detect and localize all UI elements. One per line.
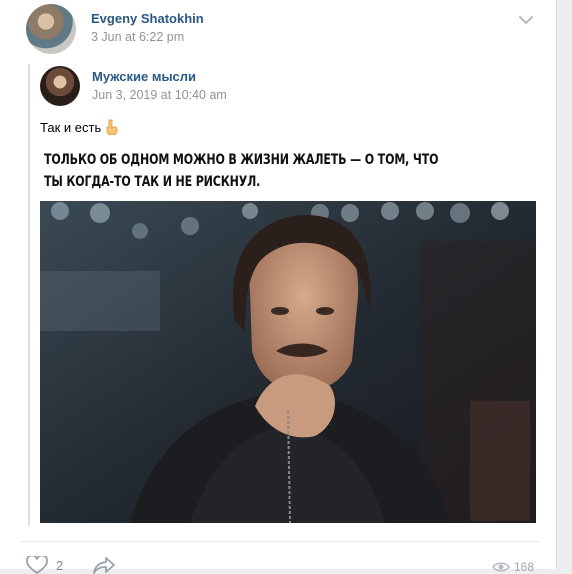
post-actions-bar: 2 168 — [20, 541, 540, 574]
author-avatar[interactable] — [26, 4, 76, 54]
like-count[interactable]: 2 — [56, 558, 63, 573]
author-name[interactable]: Evgeny Shatokhin — [91, 11, 204, 26]
repost-source-name[interactable]: Мужские мысли — [92, 69, 196, 84]
post-text: Так и есть — [40, 119, 119, 135]
repost-date[interactable]: Jun 3, 2019 at 10:40 am — [92, 88, 227, 102]
hand-pointing-down-icon — [106, 119, 118, 135]
view-count: 168 — [514, 560, 535, 574]
post-card: Evgeny Shatokhin 3 Jun at 6:22 pm Мужски… — [0, 0, 557, 574]
repost-indicator-bar — [28, 64, 30, 526]
post-text-content: Так и есть — [40, 119, 102, 135]
post-date[interactable]: 3 Jun at 6:22 pm — [91, 30, 184, 44]
post-photo[interactable] — [40, 201, 536, 523]
repost-source-avatar[interactable] — [40, 66, 80, 106]
portrait-photo — [40, 201, 536, 523]
eye-icon — [492, 562, 510, 572]
share-arrow-icon[interactable] — [92, 556, 116, 574]
image-caption-line-1: ТОЛЬКО ОБ ОДНОМ МОЖНО В ЖИЗНИ ЖАЛЕТЬ — О… — [44, 152, 439, 168]
heart-icon[interactable] — [26, 556, 48, 574]
image-caption-line-2: ТЫ КОГДА-ТО ТАК И НЕ РИСКНУЛ. — [44, 174, 261, 190]
chevron-down-icon[interactable] — [516, 12, 536, 28]
